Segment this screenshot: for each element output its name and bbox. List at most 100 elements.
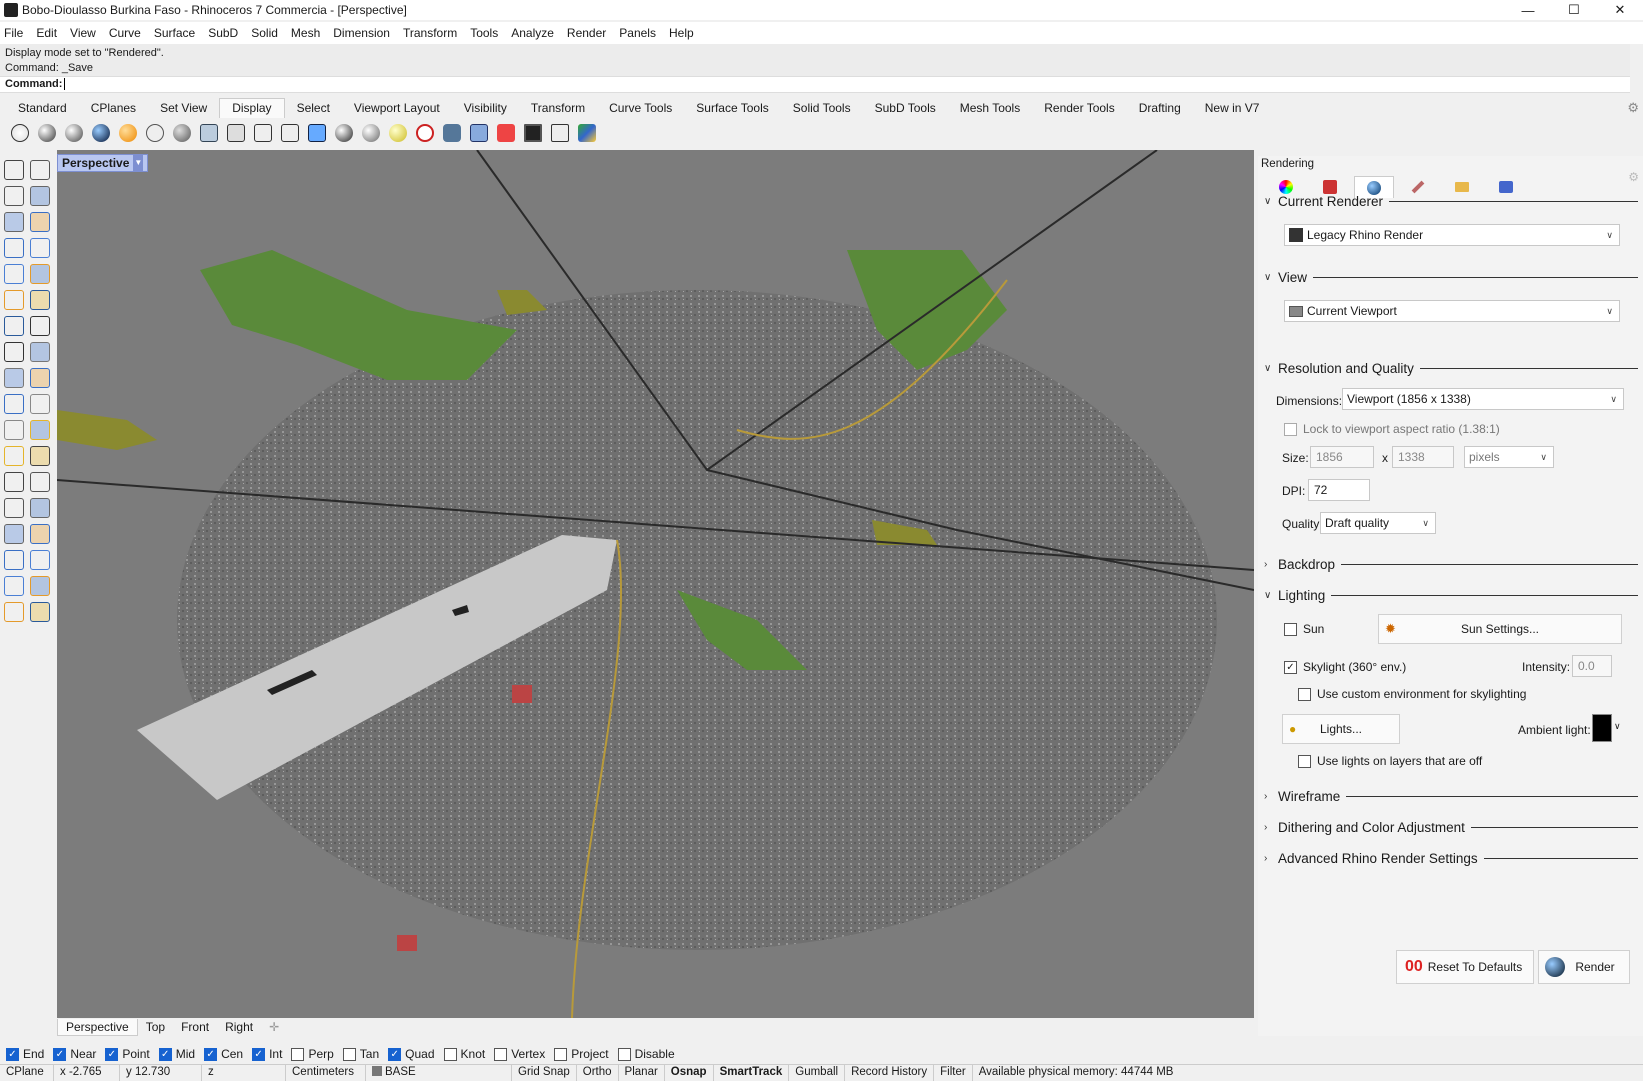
osnap-point[interactable]: ✓ Point <box>105 1047 150 1061</box>
skylight-checkbox[interactable]: ✓ Skylight (360° env.) <box>1284 660 1406 674</box>
tab-display[interactable]: Display <box>219 98 285 118</box>
lights-button[interactable]: ● Lights... <box>1282 714 1400 744</box>
intensity-input[interactable]: 0.0 <box>1572 655 1612 677</box>
modeling-tool-icon[interactable] <box>30 446 50 466</box>
render-button[interactable]: Render <box>1538 950 1630 984</box>
tab-perspective[interactable]: Perspective <box>57 1018 138 1036</box>
osnap-disable[interactable]: Disable <box>617 1047 675 1061</box>
width-input[interactable]: 1856 <box>1310 446 1374 468</box>
current-layer[interactable]: BASE <box>366 1064 512 1081</box>
osnap-tan[interactable]: Tan <box>342 1047 379 1061</box>
modeling-tool-icon[interactable] <box>30 420 50 440</box>
sun-checkbox[interactable]: Sun <box>1284 622 1324 636</box>
tab-solid-tools[interactable]: Solid Tools <box>781 99 863 118</box>
command-line[interactable]: Command: <box>0 76 1630 93</box>
section-view[interactable]: ∨ View <box>1264 270 1638 285</box>
maximize-button[interactable]: ☐ <box>1551 0 1597 20</box>
toolbar-settings-icon[interactable]: ⚙ <box>1627 100 1639 116</box>
grid-snap-toggle[interactable]: Grid Snap <box>512 1064 577 1081</box>
modeling-tool-icon[interactable] <box>4 342 24 362</box>
osnap-end[interactable]: ✓ End <box>6 1047 44 1061</box>
osnap-checkbox[interactable]: ✓ <box>105 1047 119 1061</box>
menu-file[interactable]: File <box>4 26 23 40</box>
modeling-tool-icon[interactable] <box>30 394 50 414</box>
tab-right[interactable]: Right <box>217 1019 261 1035</box>
section-backdrop[interactable]: › Backdrop <box>1264 557 1638 572</box>
osnap-near[interactable]: ✓ Near <box>53 1047 96 1061</box>
ghosted-icon[interactable] <box>143 121 167 145</box>
osnap-checkbox[interactable]: ✓ <box>53 1047 67 1061</box>
tab-subd-tools[interactable]: SubD Tools <box>863 99 948 118</box>
perspective-viewport[interactable] <box>57 150 1254 1018</box>
tab-standard[interactable]: Standard <box>6 99 79 118</box>
custom-env-checkbox[interactable]: Use custom environment for skylighting <box>1298 687 1526 701</box>
osnap-checkbox[interactable] <box>443 1047 457 1061</box>
renderer-select[interactable]: Legacy Rhino Render ∨ <box>1284 224 1620 246</box>
menu-dimension[interactable]: Dimension <box>333 26 390 40</box>
modeling-tool-icon[interactable] <box>30 290 50 310</box>
target-icon[interactable] <box>413 121 437 145</box>
modeling-tool-icon[interactable] <box>30 550 50 570</box>
size-units-select[interactable]: pixels ∨ <box>1464 446 1554 468</box>
osnap-cen[interactable]: ✓ Cen <box>204 1047 243 1061</box>
menu-edit[interactable]: Edit <box>36 26 57 40</box>
section-lighting[interactable]: ∨ Lighting <box>1264 588 1638 603</box>
set-display-mode-icon[interactable] <box>305 121 329 145</box>
osnap-checkbox[interactable]: ✓ <box>158 1047 172 1061</box>
osnap-toggle[interactable]: Osnap <box>665 1064 714 1081</box>
tab-render-tools[interactable]: Render Tools <box>1032 99 1127 118</box>
palette-icon[interactable] <box>575 121 599 145</box>
artistic-icon[interactable] <box>224 121 248 145</box>
tab-select[interactable]: Select <box>285 99 342 118</box>
tab-cplanes[interactable]: CPlanes <box>79 99 148 118</box>
modeling-tool-icon[interactable] <box>4 264 24 284</box>
osnap-checkbox[interactable] <box>617 1047 631 1061</box>
technical-icon[interactable] <box>197 121 221 145</box>
lock-aspect-checkbox[interactable]: Lock to viewport aspect ratio (1.38:1) <box>1284 422 1500 436</box>
tab-drafting[interactable]: Drafting <box>1127 99 1193 118</box>
osnap-vertex[interactable]: Vertex <box>494 1047 545 1061</box>
modeling-tool-icon[interactable] <box>30 316 50 336</box>
tab-curve-tools[interactable]: Curve Tools <box>597 99 684 118</box>
pen-icon[interactable] <box>251 121 275 145</box>
osnap-checkbox[interactable]: ✓ <box>204 1047 218 1061</box>
osnap-checkbox[interactable]: ✓ <box>388 1047 402 1061</box>
dimensions-select[interactable]: Viewport (1856 x 1338) ∨ <box>1342 388 1624 410</box>
osnap-checkbox[interactable] <box>291 1047 305 1061</box>
modeling-tool-icon[interactable] <box>4 498 24 518</box>
osnap-project[interactable]: Project <box>554 1047 609 1061</box>
sphere-gray-icon[interactable] <box>359 121 383 145</box>
modeling-tool-icon[interactable] <box>4 446 24 466</box>
osnap-quad[interactable]: ✓ Quad <box>388 1047 435 1061</box>
add-viewport-tab-icon[interactable]: ✛ <box>261 1019 287 1035</box>
section-resolution-quality[interactable]: ∨ Resolution and Quality <box>1264 361 1638 376</box>
modeling-tool-icon[interactable] <box>4 472 24 492</box>
modeling-tool-icon[interactable] <box>4 368 24 388</box>
modeling-tool-icon[interactable] <box>4 394 24 414</box>
modeling-tool-icon[interactable] <box>30 576 50 596</box>
section-wireframe[interactable]: › Wireframe <box>1264 789 1638 804</box>
tab-visibility[interactable]: Visibility <box>452 99 519 118</box>
xray-icon[interactable] <box>170 121 194 145</box>
menu-panels[interactable]: Panels <box>619 26 656 40</box>
modeling-tool-icon[interactable] <box>4 576 24 596</box>
dpi-input[interactable]: 72 <box>1308 479 1370 501</box>
modeling-tool-icon[interactable] <box>4 602 24 622</box>
chevron-down-icon[interactable]: ▼ <box>133 155 144 171</box>
gumball-toggle[interactable]: Gumball <box>789 1064 846 1081</box>
section-advanced[interactable]: › Advanced Rhino Render Settings <box>1264 851 1638 866</box>
modeling-tool-icon[interactable] <box>30 212 50 232</box>
tab-surface-tools[interactable]: Surface Tools <box>684 99 781 118</box>
height-input[interactable]: 1338 <box>1392 446 1454 468</box>
modeling-tool-icon[interactable] <box>30 160 50 180</box>
camera-icon[interactable] <box>440 121 464 145</box>
menu-solid[interactable]: Solid <box>251 26 278 40</box>
sphere-yellow-icon[interactable] <box>386 121 410 145</box>
wireframe-viewport-icon[interactable] <box>8 121 32 145</box>
osnap-checkbox[interactable]: ✓ <box>252 1047 266 1061</box>
ortho-toggle[interactable]: Ortho <box>577 1064 619 1081</box>
box-icon[interactable] <box>548 121 572 145</box>
modeling-tool-icon[interactable] <box>30 498 50 518</box>
close-button[interactable]: ✕ <box>1597 0 1643 20</box>
arctic-icon[interactable] <box>116 121 140 145</box>
